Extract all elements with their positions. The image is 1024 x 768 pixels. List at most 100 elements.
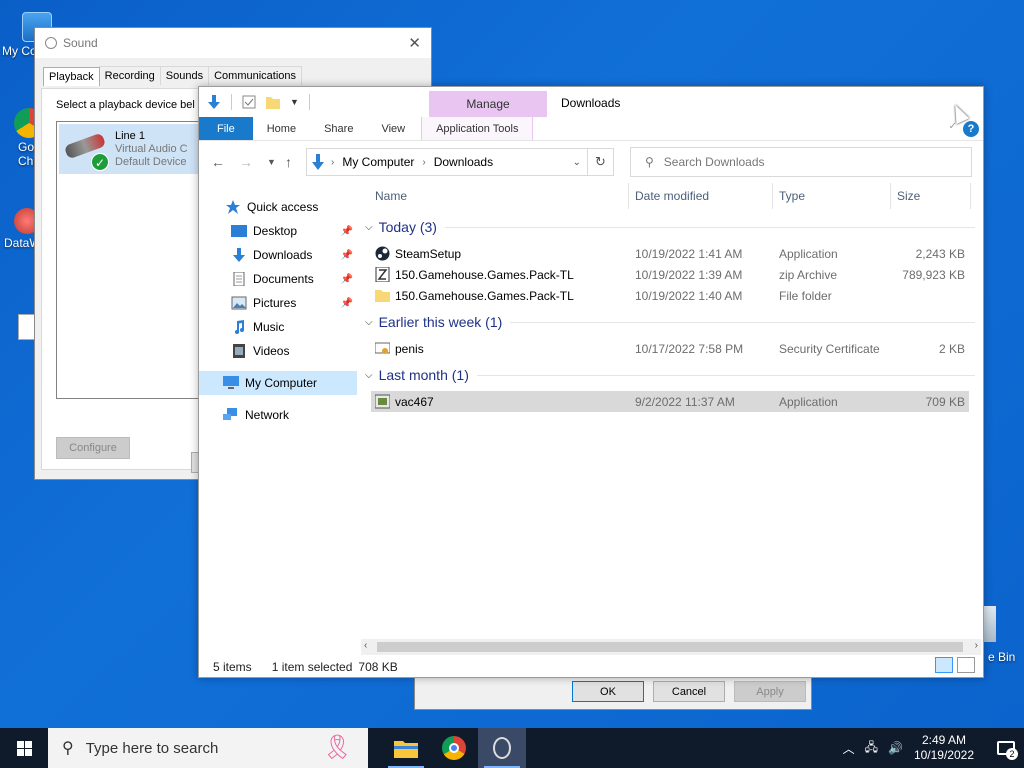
taskbar-search[interactable]: ⚲ Type here to search 🎗: [48, 728, 368, 768]
apply-button[interactable]: Apply: [734, 681, 806, 702]
start-button[interactable]: [0, 728, 48, 768]
scroll-left-icon[interactable]: ‹: [364, 640, 367, 651]
status-size: 708 KB: [358, 660, 398, 674]
large-icons-view-icon[interactable]: [957, 657, 975, 673]
nav-label: Network: [245, 408, 290, 422]
group-label: Last month (1): [378, 367, 469, 383]
manage-tab[interactable]: Manage: [429, 91, 547, 117]
cancel-button[interactable]: Cancel: [653, 681, 725, 702]
nav-item-music[interactable]: Music: [199, 315, 357, 339]
column-size[interactable]: Size: [891, 183, 971, 209]
ribbon-tabs: File Home Share View Application Tools: [199, 117, 983, 141]
tab-view[interactable]: View: [367, 117, 419, 140]
tab-playback[interactable]: Playback: [43, 67, 100, 86]
file-row[interactable]: SteamSetup 10/19/2022 1:41 AM Applicatio…: [371, 243, 969, 264]
tab-file[interactable]: File: [199, 117, 253, 140]
nav-item-videos[interactable]: Videos: [199, 339, 357, 363]
nav-item-my-computer[interactable]: My Computer: [199, 371, 357, 395]
address-dropdown-icon[interactable]: ⌄: [573, 157, 581, 168]
tab-application-tools[interactable]: Application Tools: [421, 117, 534, 140]
steam-icon: [375, 246, 390, 261]
awareness-ribbon-icon: 🎗: [322, 734, 353, 761]
downloads-folder-icon: [312, 154, 324, 170]
forward-icon[interactable]: →: [239, 154, 253, 170]
ok-button[interactable]: OK: [572, 681, 644, 702]
tab-communications[interactable]: Communications: [208, 66, 303, 85]
navigation-pane: Quick access Desktop 📌 Downloads 📌 Docum…: [199, 195, 357, 427]
nav-label: Music: [253, 320, 285, 334]
up-icon[interactable]: ↑: [285, 154, 292, 170]
properties-icon[interactable]: [242, 95, 256, 109]
column-type[interactable]: Type: [773, 183, 891, 209]
group-header-today[interactable]: ⌵ Today (3): [365, 219, 975, 235]
file-row[interactable]: 150.Gamehouse.Games.Pack-TL 10/19/2022 1…: [371, 264, 969, 285]
nav-label: Documents: [253, 272, 314, 286]
file-type: zip Archive: [779, 268, 838, 282]
taskbar-sound[interactable]: [478, 728, 526, 768]
file-date: 9/2/2022 11:37 AM: [635, 395, 735, 409]
group-header-last-month[interactable]: ⌵ Last month (1): [365, 367, 975, 383]
nav-item-documents[interactable]: Documents 📌: [199, 267, 357, 291]
collapse-icon: ⌵: [365, 221, 373, 233]
search-icon: ⚲: [645, 155, 654, 169]
horizontal-scrollbar[interactable]: ‹ ›: [361, 639, 981, 655]
column-date-modified[interactable]: Date modified: [629, 183, 773, 209]
taskbar-chrome[interactable]: [430, 728, 478, 768]
search-input[interactable]: ⚲ Search Downloads: [630, 147, 972, 177]
nav-item-network[interactable]: Network: [199, 403, 357, 427]
recent-dropdown-icon[interactable]: ▼: [267, 157, 276, 167]
address-bar[interactable]: › My Computer › Downloads ⌄: [306, 148, 588, 176]
recycle-bin[interactable]: e Bin: [980, 606, 1015, 664]
column-name[interactable]: Name: [369, 183, 629, 209]
sound-titlebar[interactable]: Sound ✕: [35, 28, 431, 58]
device-list[interactable]: ✓ Line 1 Virtual Audio C Default Device: [56, 121, 206, 399]
device-item-line-1[interactable]: ✓ Line 1 Virtual Audio C Default Device: [59, 124, 203, 174]
tab-recording[interactable]: Recording: [98, 66, 161, 85]
file-date: 10/19/2022 1:41 AM: [635, 247, 743, 261]
breadcrumb-my-computer[interactable]: My Computer: [342, 155, 414, 169]
pin-icon: 📌: [340, 225, 353, 237]
pin-icon: 📌: [340, 297, 353, 309]
close-icon[interactable]: ✕: [408, 34, 421, 52]
network-icon[interactable]: 🖧: [865, 738, 878, 759]
configure-button[interactable]: Configure: [56, 437, 130, 459]
file-size: 2 KB: [938, 342, 965, 356]
notification-center-icon[interactable]: 2: [988, 728, 1024, 768]
group-label: Today (3): [378, 219, 437, 235]
tab-share[interactable]: Share: [310, 117, 367, 140]
device-desc: Virtual Audio C: [115, 142, 188, 155]
clock[interactable]: 2:49 AM 10/19/2022: [914, 733, 974, 763]
sound-title: Sound: [63, 36, 98, 50]
explorer-window[interactable]: ▼ Manage Downloads File Home Share View …: [198, 86, 984, 678]
download-arrow-icon[interactable]: [207, 95, 221, 109]
file-type: Security Certificate: [779, 342, 880, 356]
nav-item-quick-access[interactable]: Quick access: [199, 195, 357, 219]
status-bar: 5 items 1 item selected 708 KB: [213, 660, 398, 674]
chevron-up-icon[interactable]: ︿: [843, 740, 855, 757]
file-row[interactable]: penis 10/17/2022 7:58 PM Security Certif…: [371, 338, 969, 359]
new-folder-icon[interactable]: [266, 95, 280, 109]
volume-icon[interactable]: 🔊: [888, 741, 903, 755]
nav-item-downloads[interactable]: Downloads 📌: [199, 243, 357, 267]
scroll-right-icon[interactable]: ›: [975, 640, 978, 651]
refresh-icon[interactable]: ↻: [588, 148, 614, 176]
file-row-selected[interactable]: vac467 9/2/2022 11:37 AM Application 709…: [371, 391, 969, 412]
default-check-icon: ✓: [91, 153, 109, 171]
scrollbar-thumb[interactable]: [377, 642, 963, 652]
breadcrumb-downloads[interactable]: Downloads: [434, 155, 493, 169]
tab-sounds[interactable]: Sounds: [159, 66, 210, 85]
file-row[interactable]: 150.Gamehouse.Games.Pack-TL 10/19/2022 1…: [371, 285, 969, 306]
help-icon[interactable]: ?: [963, 121, 979, 137]
qat-dropdown-icon[interactable]: ▼: [290, 97, 299, 107]
search-icon: ⚲: [62, 740, 74, 757]
sound-tabs: Playback Recording Sounds Communications: [35, 58, 431, 86]
notification-count: 2: [1006, 748, 1018, 760]
file-name: penis: [395, 342, 424, 356]
taskbar-file-explorer[interactable]: [382, 728, 430, 768]
back-icon[interactable]: ←: [211, 154, 225, 170]
details-view-icon[interactable]: [935, 657, 953, 673]
group-header-earlier-this-week[interactable]: ⌵ Earlier this week (1): [365, 314, 975, 330]
tab-home[interactable]: Home: [253, 117, 310, 140]
nav-item-pictures[interactable]: Pictures 📌: [199, 291, 357, 315]
nav-item-desktop[interactable]: Desktop 📌: [199, 219, 357, 243]
